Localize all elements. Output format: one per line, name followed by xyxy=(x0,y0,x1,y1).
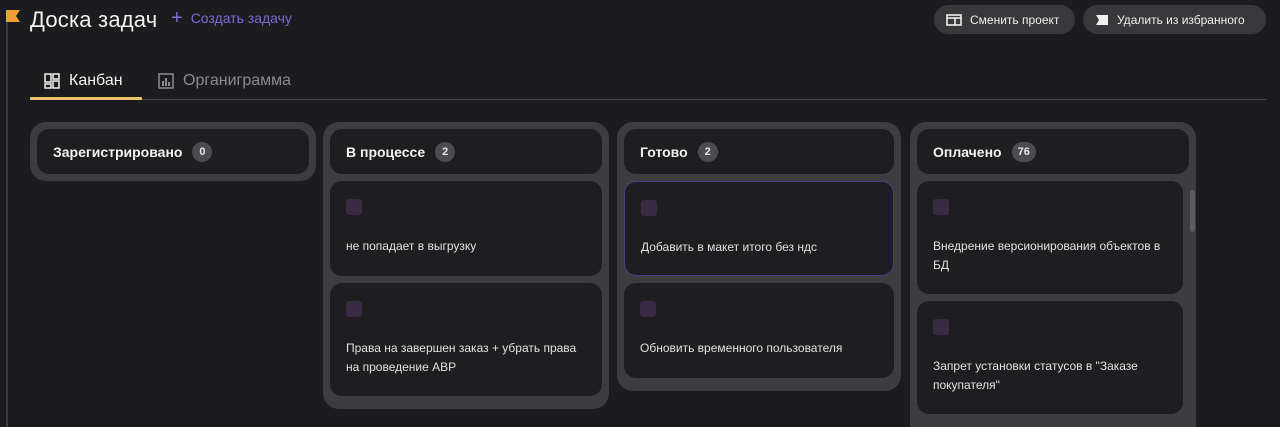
card-title: не попадает в выгрузку xyxy=(346,239,477,253)
page-title: Доска задач xyxy=(30,7,158,32)
tab-kanban-label: Канбан xyxy=(69,72,123,89)
column-in-progress: В процессе 2 не попадает в выгрузку Прав… xyxy=(323,122,609,409)
card-avatar xyxy=(640,301,656,317)
card-title: Добавить в макет итого без ндс xyxy=(641,240,817,254)
column-title: Зарегистрировано xyxy=(53,143,183,160)
count-badge: 2 xyxy=(435,141,456,162)
remove-favorite-button[interactable]: Удалить из избранного xyxy=(1083,5,1266,34)
column-scrollbar-thumb[interactable] xyxy=(1190,190,1195,232)
change-project-label: Сменить проект xyxy=(970,12,1060,27)
remove-favorite-label: Удалить из избранного xyxy=(1117,12,1245,27)
column-title: Оплачено xyxy=(933,143,1002,160)
tabs-divider xyxy=(30,99,1266,100)
bar-chart-icon xyxy=(158,73,174,89)
plus-icon: + xyxy=(171,7,183,29)
column-header[interactable]: Готово 2 xyxy=(624,129,894,174)
column-title: Готово xyxy=(640,143,688,160)
card-title: Обновить временного пользователя xyxy=(640,341,843,355)
column-registered: Зарегистрировано 0 xyxy=(30,122,316,181)
card-avatar xyxy=(346,301,362,317)
column-paid: Оплачено 76 Внедрение версионирования об… xyxy=(910,122,1196,427)
task-card[interactable]: Обновить временного пользователя xyxy=(624,283,894,378)
bookmark-flag-icon xyxy=(6,10,20,22)
count-badge: 2 xyxy=(697,141,718,162)
tab-kanban[interactable]: Канбан xyxy=(44,72,123,90)
column-header[interactable]: Оплачено 76 xyxy=(917,129,1189,174)
card-avatar xyxy=(933,199,949,215)
kanban-grid-icon xyxy=(44,73,60,89)
task-card[interactable]: не попадает в выгрузку xyxy=(330,181,602,276)
card-title: Права на завершен заказ + убрать права н… xyxy=(346,341,577,374)
card-avatar xyxy=(346,199,362,215)
create-task-button[interactable]: + Создать задачу xyxy=(171,7,292,29)
task-card[interactable]: Запрет установки статусов в "Заказе поку… xyxy=(917,301,1183,414)
task-card[interactable]: Права на завершен заказ + убрать права н… xyxy=(330,283,602,396)
swap-window-icon xyxy=(946,13,962,26)
tab-organigram-label: Органиграмма xyxy=(183,72,292,89)
column-header[interactable]: В процессе 2 xyxy=(330,129,602,174)
change-project-button[interactable]: Сменить проект xyxy=(934,5,1075,34)
task-card[interactable]: Внедрение версионирования объектов в БД xyxy=(917,181,1183,294)
create-task-label: Создать задачу xyxy=(190,10,292,26)
task-card[interactable]: Добавить в макет итого без ндс xyxy=(624,181,894,276)
count-badge: 0 xyxy=(192,141,213,162)
active-tab-indicator xyxy=(30,97,142,100)
card-avatar xyxy=(641,200,657,216)
count-badge: 76 xyxy=(1011,141,1036,162)
tab-organigram[interactable]: Органиграмма xyxy=(158,72,291,90)
column-title: В процессе xyxy=(346,143,426,160)
card-title: Запрет установки статусов в "Заказе поку… xyxy=(933,359,1138,392)
card-avatar xyxy=(933,319,949,335)
left-edge-rule xyxy=(6,18,8,427)
bookmark-remove-icon xyxy=(1096,14,1108,25)
column-header[interactable]: Зарегистрировано 0 xyxy=(37,129,309,174)
column-done: Готово 2 Добавить в макет итого без ндс … xyxy=(617,122,901,391)
card-title: Внедрение версионирования объектов в БД xyxy=(933,239,1161,272)
